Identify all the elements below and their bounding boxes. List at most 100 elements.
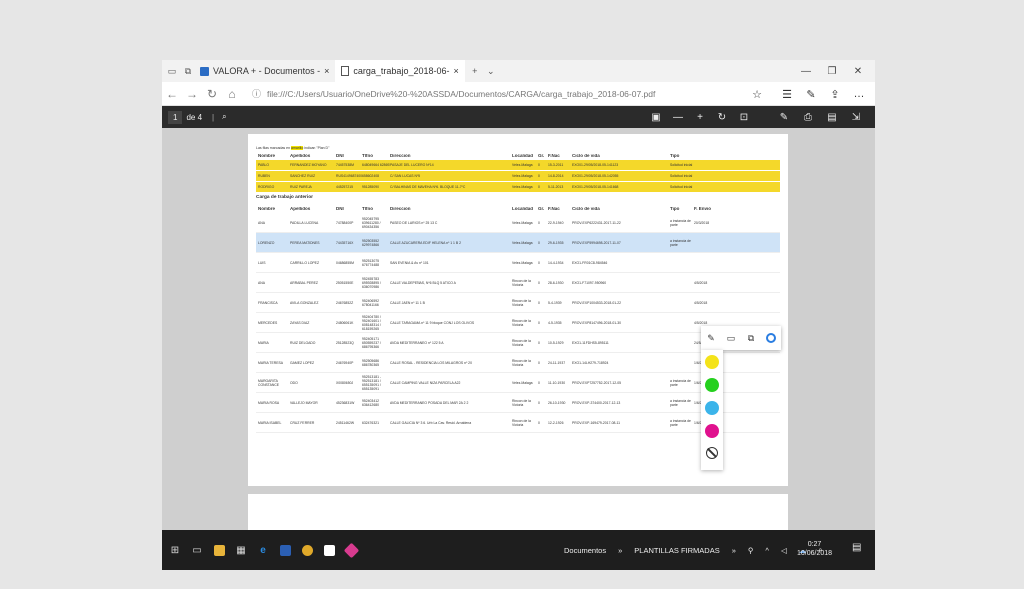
cell: 951285090 — [362, 185, 379, 189]
col-header: Ciclo de vida — [572, 206, 600, 211]
cell: 0 — [538, 380, 540, 385]
cell: Rincon de la Victoria — [512, 298, 531, 307]
url-field[interactable]: file:///C:/Users/Usuario/OneDrive%20-%20… — [267, 89, 655, 99]
cell: ZAYAS DIAZ — [290, 320, 310, 325]
notes-icon[interactable] — [320, 541, 338, 559]
cell: ARRABAL PEREZ — [290, 280, 318, 285]
rotate-icon[interactable]: ↻ — [712, 106, 732, 128]
clock[interactable]: 0:27 10/06/2018 — [797, 540, 832, 558]
table-row[interactable]: FRANCISCA AVILA GONZALEZ 24676852Z 95240659… — [256, 293, 780, 313]
chrome-icon[interactable] — [298, 541, 316, 559]
cell: Velez-Malaga — [512, 185, 533, 189]
word-icon[interactable] — [276, 541, 294, 559]
col-header: Direccion — [390, 153, 411, 158]
magenta-color-option[interactable] — [705, 424, 719, 438]
cell: a instancia de parte — [670, 398, 691, 407]
page-number-input[interactable]: 1 — [168, 110, 183, 124]
templates-toolbar[interactable]: PLANTILLAS FIRMADAS — [634, 546, 719, 555]
cell: 0 — [538, 163, 540, 167]
add-notes-icon[interactable]: ✎ — [774, 106, 794, 128]
table-row[interactable]: ANA PADILLA LUCENA 74788400P 952045795 6396… — [256, 213, 780, 233]
page-total: de 4 — [186, 112, 203, 122]
back-icon[interactable]: ← — [162, 87, 182, 101]
share-icon[interactable]: ⇪ — [824, 82, 846, 106]
people-icon[interactable]: ⚲ — [748, 546, 754, 555]
info-icon[interactable]: ⓘ — [252, 87, 261, 100]
cell: PROV-EXP8147496-2018-01-30 — [572, 320, 622, 325]
notification-icon[interactable]: ▤ — [852, 542, 861, 553]
edge-icon[interactable]: e — [254, 541, 272, 559]
save-as-icon[interactable]: ⇲ — [846, 106, 866, 128]
cell: Velez-Malaga — [512, 163, 533, 167]
cortana-icon[interactable] — [763, 330, 779, 346]
page-view-icon[interactable]: ▣ — [646, 106, 666, 128]
documents-toolbar[interactable]: Documentos — [564, 546, 606, 555]
pdf-icon — [341, 66, 350, 76]
chevron-down-icon[interactable]: ⌄ — [485, 65, 497, 77]
close-tab-icon[interactable]: × — [453, 66, 458, 76]
zoom-out-icon[interactable]: — — [668, 106, 688, 128]
close-window-icon[interactable]: ✕ — [845, 60, 871, 82]
forward-icon[interactable]: → — [182, 87, 202, 101]
zoom-in-icon[interactable]: + — [690, 106, 710, 128]
cell: LUIS — [258, 260, 266, 265]
file-explorer-icon[interactable] — [210, 541, 228, 559]
clock-date: 10/06/2018 — [797, 550, 833, 557]
comment-icon[interactable]: ▭ — [723, 330, 739, 346]
table-row[interactable]: ANA ARRABAL PEREZ 25051550E 952455783 69592… — [256, 273, 780, 293]
table-row[interactable]: LORENZO PEREA MATIDNES 74435716X 952503552 … — [256, 233, 780, 253]
tab-valora[interactable]: VALORA + - Documentos - × — [194, 60, 335, 82]
table-row[interactable]: LUIS CARRILLO LOPEZ 04686855M 952513075 676… — [256, 253, 780, 273]
cell: RUS41496874000055 — [336, 174, 362, 178]
cell: 0 — [538, 240, 540, 245]
cell: PROV-EXP5994698-2017-11-07 — [572, 240, 621, 245]
cell: MARGARITA CONSTANCE — [258, 378, 280, 387]
tab-label: VALORA + - Documentos - — [213, 66, 321, 76]
more-icon[interactable]: … — [848, 82, 870, 106]
layout-icon[interactable]: ⊡ — [734, 106, 754, 128]
favorites-hub-icon[interactable]: ☰ — [776, 82, 798, 106]
col-header: Apellidos — [290, 153, 311, 158]
search-icon[interactable]: ⌕ — [222, 112, 226, 122]
favorite-star-icon[interactable]: ☆ — [746, 82, 768, 106]
volume-icon[interactable]: ◁ — [781, 546, 787, 555]
tab-preview-icon[interactable]: ▭ — [166, 65, 178, 77]
refresh-icon[interactable]: ↻ — [202, 87, 222, 101]
cell: 0 — [538, 185, 540, 189]
green-color-option[interactable] — [705, 378, 719, 392]
toolbar-chevron-icon[interactable]: » — [732, 546, 736, 555]
cell: 952045795 639611280 / 690434356 — [362, 216, 381, 229]
cell: a instancia de parte — [670, 418, 691, 427]
new-tab-icon[interactable]: + — [469, 65, 481, 77]
toolbar-chevron-icon[interactable]: » — [618, 546, 622, 555]
pdf-viewer[interactable]: Las filas marcadas en amarillo indican "… — [162, 128, 875, 530]
tray-chevron-icon[interactable]: ^ — [765, 546, 769, 555]
col-header: Direccion — [390, 206, 411, 211]
print-icon[interactable]: ⎙ — [798, 106, 818, 128]
tab-pdf[interactable]: carga_trabajo_2018-06- × — [335, 60, 465, 82]
note-highlight: amarillo — [291, 146, 304, 150]
cell: RUIZ PAREJA — [290, 185, 312, 189]
cell: CALLE GALICIA Nº 3 6. Urb La Cav. Resid.… — [390, 420, 472, 425]
blue-color-option[interactable] — [705, 401, 719, 415]
restore-icon[interactable]: ❐ — [819, 60, 845, 82]
cell: 952513181 - 952513181 / 655135091 / 6551… — [362, 374, 382, 391]
cell: 0 — [538, 340, 540, 345]
calendar-icon[interactable]: ▦ — [232, 541, 250, 559]
no-color-icon[interactable] — [706, 447, 718, 459]
col-header: Tlfno — [362, 206, 373, 211]
pen-icon[interactable]: ✎ — [800, 82, 822, 106]
app-icon[interactable] — [342, 541, 360, 559]
copy-icon[interactable]: ⧉ — [743, 330, 759, 346]
minimize-icon[interactable]: — — [793, 60, 819, 82]
home-icon[interactable]: ⌂ — [222, 87, 242, 101]
cell: 952406592 678041166 — [362, 298, 379, 307]
close-tab-icon[interactable]: × — [324, 66, 329, 76]
set-aside-tabs-icon[interactable]: ⧉ — [182, 65, 194, 77]
highlighter-icon[interactable]: ✎ — [703, 330, 719, 346]
cell: 74457538M — [336, 163, 354, 167]
save-icon[interactable]: ▤ — [822, 106, 842, 128]
task-view-icon[interactable]: ▭ — [188, 541, 206, 559]
yellow-color-option[interactable] — [705, 355, 719, 369]
start-icon[interactable]: ⊞ — [166, 541, 184, 559]
